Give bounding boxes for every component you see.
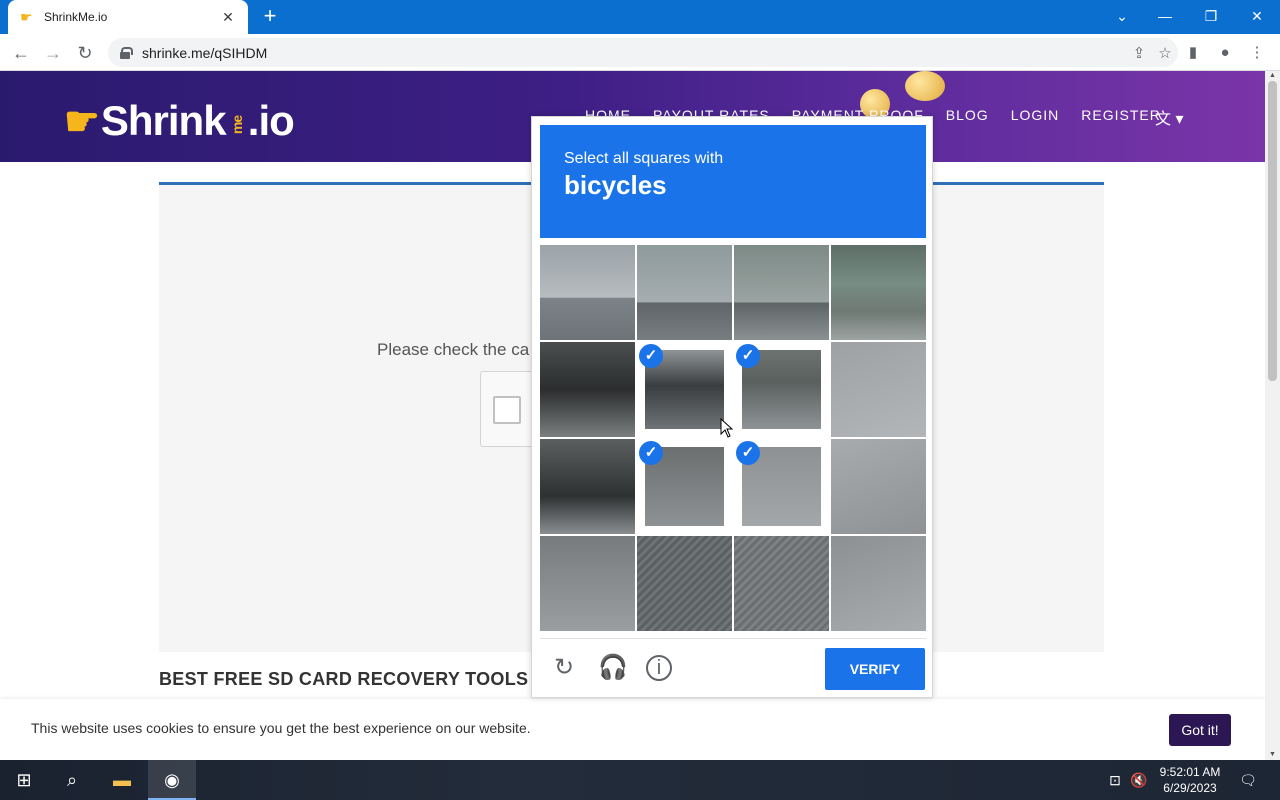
captcha-tile-image: [637, 536, 732, 631]
side-panel-icon[interactable]: ▮: [1180, 40, 1206, 66]
restore-button[interactable]: ❐: [1188, 0, 1234, 34]
page-scrollbar[interactable]: ▲ ▼: [1265, 71, 1280, 760]
scroll-thumb[interactable]: [1268, 81, 1277, 381]
captcha-target: bicycles: [564, 170, 667, 200]
captcha-tile-image: [831, 245, 926, 340]
close-tab-icon[interactable]: ✕: [220, 9, 236, 26]
checkmark-icon: ✓: [639, 441, 663, 465]
captcha-tile-10[interactable]: ✓: [637, 439, 732, 534]
captcha-tile-image: [734, 245, 829, 340]
captcha-tile-image: [831, 439, 926, 534]
captcha-tile-image: [637, 245, 732, 340]
search-icon[interactable]: ⌕: [48, 760, 96, 800]
volume-muted-icon[interactable]: 🔇: [1127, 760, 1151, 800]
captcha-tile-6[interactable]: ✓: [637, 342, 732, 437]
menu-kebab-icon[interactable]: ⋮: [1244, 40, 1270, 66]
url-text[interactable]: shrinke.me/qSIHDM: [142, 45, 1126, 61]
close-window-button[interactable]: ✕: [1234, 0, 1280, 34]
checkmark-icon: ✓: [736, 344, 760, 368]
new-tab-button[interactable]: +: [258, 4, 282, 28]
scroll-down-icon[interactable]: ▼: [1265, 750, 1280, 760]
system-clock[interactable]: 9:52:01 AM 6/29/2023: [1150, 764, 1230, 796]
language-icon[interactable]: 文 ▾: [1155, 105, 1183, 129]
captcha-tile-12[interactable]: [831, 439, 926, 534]
captcha-grid: ✓ ✓ ✓ ✓: [540, 245, 926, 631]
cookie-banner: This website uses cookies to ensure you …: [0, 699, 1265, 760]
captcha-tile-13[interactable]: [540, 536, 635, 631]
check-text: Please check the ca: [377, 340, 530, 359]
window-controls: ⌄ — ❐ ✕: [1102, 0, 1280, 34]
cookie-accept-button[interactable]: Got it!: [1169, 714, 1231, 746]
captcha-header: Select all squares with bicycles: [540, 125, 926, 238]
captcha-tile-1[interactable]: [540, 245, 635, 340]
captcha-footer: ↻ 🎧 i VERIFY: [540, 638, 926, 698]
info-icon[interactable]: i: [646, 655, 672, 681]
article-title[interactable]: BEST FREE SD CARD RECOVERY TOOLS: [159, 669, 528, 690]
captcha-tile-2[interactable]: [637, 245, 732, 340]
browser-toolbar: ← → ↻ shrinke.me/qSIHDM ⇪ ☆ ▮ ● ⋮: [0, 34, 1280, 71]
nav-register[interactable]: REGISTER: [1081, 107, 1161, 123]
captcha-challenge: Select all squares with bicycles ✓ ✓ ✓ ✓ ↻ …: [531, 116, 933, 698]
shrinkme-favicon-icon: ☛: [20, 9, 33, 25]
minimize-button[interactable]: —: [1142, 0, 1188, 34]
audio-challenge-icon[interactable]: 🎧: [598, 654, 628, 682]
logo-text: Shrink: [100, 97, 227, 144]
verify-button[interactable]: VERIFY: [825, 648, 925, 690]
forward-icon[interactable]: →: [40, 40, 66, 66]
captcha-tile-image: [540, 536, 635, 631]
share-icon[interactable]: ⇪: [1126, 44, 1152, 62]
captcha-instruction: Select all squares with: [564, 150, 724, 167]
bookmark-star-icon[interactable]: ☆: [1152, 44, 1178, 62]
captcha-tile-image: [540, 342, 635, 437]
profile-icon[interactable]: ●: [1212, 40, 1238, 66]
captcha-tile-image: [734, 536, 829, 631]
captcha-tile-3[interactable]: [734, 245, 829, 340]
captcha-tile-image: [540, 439, 635, 534]
address-bar[interactable]: shrinke.me/qSIHDM ⇪ ☆: [108, 38, 1178, 67]
scroll-up-icon[interactable]: ▲: [1265, 71, 1280, 81]
logo-suffix: .io: [247, 97, 295, 144]
clock-date: 6/29/2023: [1163, 781, 1217, 795]
nav-blog[interactable]: BLOG: [946, 107, 989, 123]
mouse-cursor-icon: [720, 418, 734, 438]
pointing-hand-icon: ☛: [64, 100, 100, 144]
network-icon[interactable]: ⊡: [1103, 760, 1127, 800]
chrome-taskbar-icon[interactable]: ◉: [148, 760, 196, 800]
notifications-icon[interactable]: 🗨: [1234, 760, 1262, 800]
browser-titlebar: ☛ ShrinkMe.io ✕ + ⌄ — ❐ ✕: [0, 0, 1280, 34]
recaptcha-checkbox[interactable]: [493, 396, 521, 424]
lock-icon[interactable]: [120, 46, 133, 59]
captcha-tile-15[interactable]: [734, 536, 829, 631]
captcha-tile-image: [831, 342, 926, 437]
captcha-tile-5[interactable]: [540, 342, 635, 437]
captcha-tile-image: [831, 536, 926, 631]
back-icon[interactable]: ←: [8, 40, 34, 66]
nav-login[interactable]: LOGIN: [1011, 107, 1060, 123]
checkmark-icon: ✓: [639, 344, 663, 368]
captcha-tile-image: [540, 245, 635, 340]
captcha-tile-8[interactable]: [831, 342, 926, 437]
cookie-text: This website uses cookies to ensure you …: [31, 720, 531, 736]
captcha-tile-9[interactable]: [540, 439, 635, 534]
captcha-tile-16[interactable]: [831, 536, 926, 631]
windows-start-icon[interactable]: ⊞: [0, 760, 48, 800]
file-explorer-icon[interactable]: ▬: [98, 760, 146, 800]
captcha-tile-4[interactable]: [831, 245, 926, 340]
tab-title: ShrinkMe.io: [44, 10, 108, 24]
reload-icon[interactable]: ↻: [72, 40, 98, 66]
captcha-tile-14[interactable]: [637, 536, 732, 631]
logo-me: me: [228, 115, 245, 135]
reload-challenge-icon[interactable]: ↻: [550, 654, 578, 682]
tab-search-icon[interactable]: ⌄: [1102, 0, 1142, 34]
browser-tab[interactable]: ☛ ShrinkMe.io ✕: [8, 0, 248, 34]
site-logo[interactable]: ☛ Shrink me .io: [64, 85, 295, 145]
windows-taskbar: ⊞ ⌕ ▬ ◉ ⊡ 🔇 9:52:01 AM 6/29/2023 🗨: [0, 760, 1280, 800]
captcha-tile-11[interactable]: ✓: [734, 439, 829, 534]
captcha-tile-7[interactable]: ✓: [734, 342, 829, 437]
clock-time: 9:52:01 AM: [1159, 765, 1221, 779]
checkmark-icon: ✓: [736, 441, 760, 465]
